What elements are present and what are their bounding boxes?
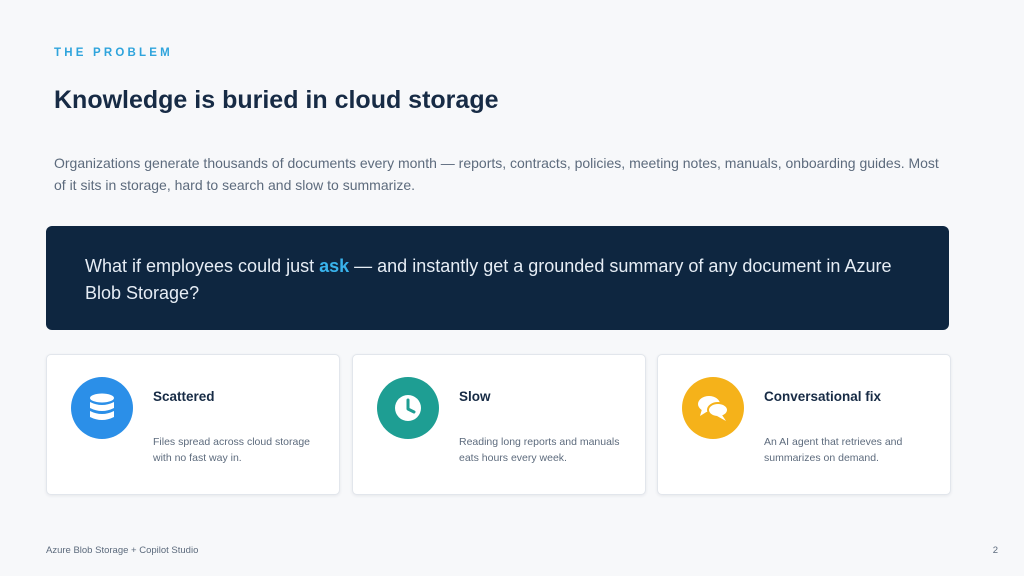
- intro-paragraph: Organizations generate thousands of docu…: [54, 155, 939, 193]
- card-slow: Slow Reading long reports and manuals ea…: [352, 354, 646, 495]
- callout-accent-word: ask: [319, 256, 350, 276]
- page-number: 2: [992, 545, 998, 556]
- slide: THE PROBLEM Knowledge is buried in cloud…: [0, 0, 1024, 576]
- footer-label: Azure Blob Storage + Copilot Studio: [46, 545, 199, 556]
- card-scattered: Scattered Files spread across cloud stor…: [46, 354, 340, 495]
- card-conversational-fix: Conversational fix An AI agent that retr…: [657, 354, 951, 495]
- card-title: Conversational fix: [764, 389, 882, 404]
- slide-title: Knowledge is buried in cloud storage: [54, 86, 499, 114]
- card-title: Slow: [459, 389, 491, 404]
- section-eyebrow: THE PROBLEM: [54, 47, 173, 59]
- card-description: Reading long reports and manuals eats ho…: [459, 436, 620, 464]
- question-callout: What if employees could just ask — and i…: [46, 226, 949, 330]
- card-description: Files spread across cloud storage with n…: [153, 436, 310, 464]
- chat-bubbles-icon: [682, 377, 744, 439]
- card-title: Scattered: [153, 389, 215, 404]
- database-icon: [71, 377, 133, 439]
- callout-text-before: What if employees could just: [85, 256, 320, 276]
- card-description: An AI agent that retrieves and summarize…: [764, 436, 903, 464]
- clock-icon: [377, 377, 439, 439]
